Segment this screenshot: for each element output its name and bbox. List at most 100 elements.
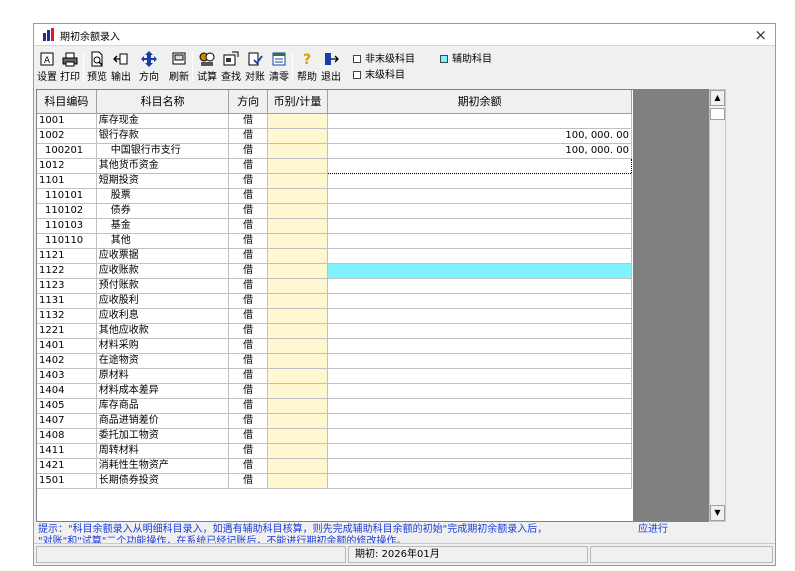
table-row[interactable]: 1403 原材料借	[37, 368, 632, 384]
currency-cell[interactable]	[267, 113, 329, 129]
table-row[interactable]: 1401 材料采购借	[37, 338, 632, 354]
table-row[interactable]: 1132 应收利息借	[37, 308, 632, 324]
exit-button[interactable]: 退出	[320, 49, 342, 83]
currency-cell[interactable]	[267, 158, 329, 174]
direction-cell[interactable]: 借	[228, 233, 268, 249]
direction-cell[interactable]: 借	[228, 263, 268, 279]
direction-cell[interactable]: 借	[228, 143, 268, 159]
opening-balance-cell[interactable]	[327, 113, 632, 129]
direction-cell[interactable]: 借	[228, 218, 268, 234]
vertical-scrollbar[interactable]: ▲ ▼	[709, 89, 726, 522]
table-row[interactable]: 110101 股票借	[37, 188, 632, 204]
opening-balance-cell[interactable]	[327, 248, 632, 264]
opening-balance-cell[interactable]	[327, 368, 632, 384]
currency-cell[interactable]	[267, 278, 329, 294]
opening-balance-cell[interactable]	[327, 338, 632, 354]
table-row[interactable]: 1012 其他货币资金借	[37, 157, 632, 174]
currency-cell[interactable]	[267, 188, 329, 204]
direction-cell[interactable]: 借	[228, 293, 268, 309]
opening-balance-cell[interactable]	[327, 157, 632, 174]
currency-cell[interactable]	[267, 308, 329, 324]
currency-cell[interactable]	[267, 143, 329, 159]
direction-cell[interactable]: 借	[228, 188, 268, 204]
table-row[interactable]: 1221 其他应收款借	[37, 323, 632, 339]
export-button[interactable]: 输出	[110, 49, 132, 83]
table-row[interactable]: 1411 周转材料借	[37, 443, 632, 459]
calculate-button[interactable]: 试算	[196, 49, 218, 83]
print-button[interactable]: 打印	[59, 49, 81, 83]
scroll-thumb[interactable]	[710, 108, 725, 120]
opening-balance-cell[interactable]	[327, 413, 632, 429]
currency-cell[interactable]	[267, 203, 329, 219]
table-row[interactable]: 1131 应收股利借	[37, 293, 632, 309]
close-button[interactable]: ×	[754, 26, 767, 44]
opening-balance-cell[interactable]	[327, 188, 632, 204]
opening-balance-cell[interactable]	[327, 428, 632, 444]
table-row[interactable]: 110110 其他借	[37, 233, 632, 249]
opening-balance-cell[interactable]	[327, 293, 632, 309]
currency-cell[interactable]	[267, 398, 329, 414]
table-row[interactable]: 1421 消耗性生物资产借	[37, 458, 632, 474]
direction-cell[interactable]: 借	[228, 413, 268, 429]
direction-cell[interactable]: 借	[228, 428, 268, 444]
header-balance[interactable]: 期初余额	[327, 90, 632, 114]
direction-cell[interactable]: 借	[228, 383, 268, 399]
direction-cell[interactable]: 借	[228, 248, 268, 264]
opening-balance-cell[interactable]	[327, 233, 632, 249]
opening-balance-cell[interactable]	[327, 308, 632, 324]
table-row[interactable]: 1407 商品进销差价借	[37, 413, 632, 429]
preview-button[interactable]: 预览	[86, 49, 108, 83]
scroll-down-button[interactable]: ▼	[710, 505, 725, 521]
currency-cell[interactable]	[267, 383, 329, 399]
refresh-button[interactable]: 刷新	[168, 49, 190, 83]
help-button[interactable]: ? 帮助	[296, 49, 318, 83]
direction-cell[interactable]: 借	[228, 338, 268, 354]
direction-cell[interactable]: 借	[228, 128, 268, 144]
currency-cell[interactable]	[267, 458, 329, 474]
direction-cell[interactable]: 借	[228, 368, 268, 384]
table-row[interactable]: 1405 库存商品借	[37, 398, 632, 414]
table-row[interactable]: 1404 材料成本差异借	[37, 383, 632, 399]
direction-cell[interactable]: 借	[228, 203, 268, 219]
table-row[interactable]: 1408 委托加工物资借	[37, 428, 632, 444]
scroll-up-button[interactable]: ▲	[710, 90, 725, 106]
opening-balance-cell[interactable]	[327, 353, 632, 369]
direction-cell[interactable]: 借	[228, 308, 268, 324]
table-row[interactable]: 1101 短期投资借	[37, 173, 632, 189]
opening-balance-cell[interactable]	[327, 218, 632, 234]
opening-balance-cell[interactable]	[327, 278, 632, 294]
direction-cell[interactable]: 借	[228, 443, 268, 459]
currency-cell[interactable]	[267, 428, 329, 444]
currency-cell[interactable]	[267, 233, 329, 249]
direction-cell[interactable]: 借	[228, 458, 268, 474]
currency-cell[interactable]	[267, 173, 329, 189]
opening-balance-cell[interactable]: 100, 000. 00	[327, 128, 632, 144]
direction-cell[interactable]: 借	[228, 398, 268, 414]
currency-cell[interactable]	[267, 263, 329, 279]
direction-cell[interactable]: 借	[228, 473, 268, 489]
direction-cell[interactable]: 借	[228, 113, 268, 129]
currency-cell[interactable]	[267, 338, 329, 354]
currency-cell[interactable]	[267, 218, 329, 234]
opening-balance-cell[interactable]	[327, 323, 632, 339]
currency-cell[interactable]	[267, 353, 329, 369]
direction-button[interactable]: 方向	[134, 49, 164, 83]
opening-balance-cell[interactable]	[327, 458, 632, 474]
direction-cell[interactable]: 借	[228, 278, 268, 294]
header-code[interactable]: 科目编码	[37, 90, 97, 114]
header-currency[interactable]: 币别/计量	[267, 90, 329, 114]
header-name[interactable]: 科目名称	[96, 90, 230, 114]
opening-balance-cell[interactable]	[327, 173, 632, 189]
currency-cell[interactable]	[267, 473, 329, 489]
table-row[interactable]: 1121 应收票据借	[37, 248, 632, 264]
opening-balance-cell[interactable]: 100, 000. 00	[327, 143, 632, 159]
clear-button[interactable]: 清零	[268, 49, 290, 83]
table-row[interactable]: 1001 库存现金借	[37, 113, 632, 129]
table-row[interactable]: 1501 长期债券投资借	[37, 473, 632, 489]
currency-cell[interactable]	[267, 413, 329, 429]
table-row[interactable]: 1002 银行存款借 100, 000. 00	[37, 128, 632, 144]
direction-cell[interactable]: 借	[228, 323, 268, 339]
opening-balance-cell[interactable]	[327, 263, 632, 279]
table-row[interactable]: 1122 应收账款借	[37, 263, 632, 279]
reconcile-button[interactable]: 对账	[244, 49, 266, 83]
